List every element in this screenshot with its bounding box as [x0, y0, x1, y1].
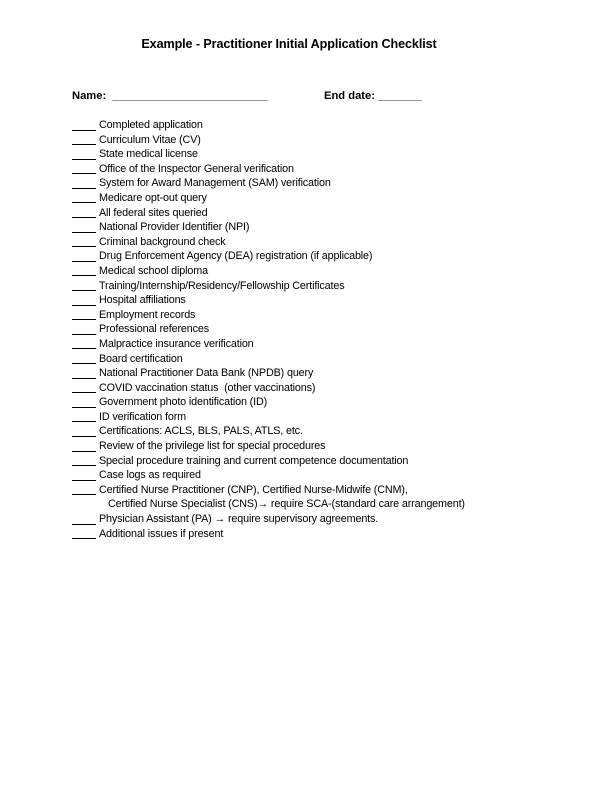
- end-date-label: End date:: [324, 90, 375, 102]
- check-blank[interactable]: [72, 395, 96, 408]
- check-blank[interactable]: [72, 424, 96, 437]
- checklist-item: Additional issues if present: [72, 527, 465, 542]
- checklist-item: State medical license: [72, 147, 465, 162]
- checklist-item: Employment records: [72, 308, 465, 323]
- check-blank[interactable]: [72, 381, 96, 394]
- checklist-item-label: National Practitioner Data Bank (NPDB) q…: [99, 367, 314, 380]
- check-blank[interactable]: [72, 439, 96, 452]
- checklist-item-label: All federal sites queried: [99, 206, 208, 219]
- check-blank[interactable]: [72, 249, 96, 262]
- check-blank[interactable]: [72, 220, 96, 233]
- check-blank[interactable]: [72, 264, 96, 277]
- check-blank[interactable]: [72, 191, 96, 204]
- checklist-item: Malpractice insurance verification: [72, 337, 465, 352]
- checklist-item-label: Malpractice insurance verification: [99, 337, 254, 350]
- checklist-item: Hospital affiliations: [72, 293, 465, 308]
- checklist-item-label: State medical license: [99, 148, 198, 161]
- checklist-item-label: ID verification form: [99, 410, 186, 423]
- checklist-item: Certifications: ACLS, BLS, PALS, ATLS, e…: [72, 424, 465, 439]
- checklist-item-continuation-label: Certified Nurse Specialist (CNS)→ requir…: [108, 498, 465, 511]
- check-blank[interactable]: [72, 366, 96, 379]
- checklist-item-label: COVID vaccination status (other vaccinat…: [99, 381, 316, 394]
- name-label: Name:: [72, 90, 107, 102]
- check-blank[interactable]: [72, 483, 96, 496]
- check-blank[interactable]: [72, 118, 96, 131]
- checklist-item-label: Additional issues if present: [99, 527, 224, 540]
- checklist-item: COVID vaccination status (other vaccinat…: [72, 381, 465, 396]
- name-field[interactable]: Name: _________________________: [72, 90, 268, 102]
- checklist-item: All federal sites queried: [72, 206, 465, 221]
- check-blank[interactable]: [72, 308, 96, 321]
- check-blank[interactable]: [72, 279, 96, 292]
- checklist-item-label: Board certification: [99, 352, 183, 365]
- check-blank[interactable]: [72, 162, 96, 175]
- checklist-item: Special procedure training and current c…: [72, 454, 465, 469]
- checklist-item: Review of the privilege list for special…: [72, 439, 465, 454]
- check-blank[interactable]: [72, 337, 96, 350]
- checklist-item-label: Certifications: ACLS, BLS, PALS, ATLS, e…: [99, 425, 303, 438]
- checklist-item-label: Special procedure training and current c…: [99, 454, 409, 467]
- checklist-item: System for Award Management (SAM) verifi…: [72, 176, 465, 191]
- check-blank[interactable]: [72, 352, 96, 364]
- check-blank[interactable]: [72, 410, 96, 423]
- checklist-item-label: Hospital affiliations: [99, 294, 186, 307]
- checklist-item-label: Completed application: [99, 119, 203, 131]
- check-blank[interactable]: [72, 468, 96, 481]
- check-blank[interactable]: [72, 206, 96, 219]
- checklist-item: Professional references: [72, 322, 465, 337]
- checklist-item-label: Curriculum Vitae (CV): [99, 133, 201, 146]
- checklist-item-label: Training/Internship/Residency/Fellowship…: [99, 279, 345, 292]
- check-blank[interactable]: [72, 527, 96, 540]
- checklist-item: Drug Enforcement Agency (DEA) registrati…: [72, 249, 465, 264]
- check-blank[interactable]: [72, 176, 96, 189]
- checklist-item: Case logs as required: [72, 468, 465, 483]
- checklist-item-label: Medicare opt-out query: [99, 191, 207, 204]
- check-blank[interactable]: [72, 322, 96, 335]
- checklist-item: National Provider Identifier (NPI): [72, 220, 465, 235]
- check-blank[interactable]: [72, 235, 96, 248]
- checklist-item: Criminal background check: [72, 235, 465, 250]
- checklist-item: Medicare opt-out query: [72, 191, 465, 206]
- checklist-item: Training/Internship/Residency/Fellowship…: [72, 279, 465, 294]
- checklist-item: Government photo identification (ID): [72, 395, 465, 410]
- checklist: Completed application Curriculum Vitae (C…: [72, 118, 465, 541]
- end-date-blank[interactable]: _______: [378, 90, 422, 102]
- checklist-item: Completed application: [72, 118, 465, 133]
- checklist-item: Board certification: [72, 352, 465, 367]
- check-blank[interactable]: [72, 133, 96, 146]
- checklist-item-label: Case logs as required: [99, 469, 201, 482]
- checklist-item: Certified Nurse Practitioner (CNP), Cert…: [72, 483, 465, 498]
- check-blank[interactable]: [72, 293, 96, 306]
- checklist-item: Curriculum Vitae (CV): [72, 133, 465, 148]
- checklist-item-label: Employment records: [99, 308, 196, 321]
- checklist-item: National Practitioner Data Bank (NPDB) q…: [72, 366, 465, 381]
- checklist-item-label: Certified Nurse Practitioner (CNP), Cert…: [99, 483, 408, 496]
- checklist-item-label: Medical school diploma: [99, 264, 208, 277]
- check-blank[interactable]: [72, 147, 96, 160]
- checklist-item: Physician Assistant (PA) → require super…: [72, 512, 465, 527]
- checklist-item-label: Office of the Inspector General verifica…: [99, 162, 294, 175]
- checklist-item-label: National Provider Identifier (NPI): [99, 221, 250, 234]
- checklist-item-label: Professional references: [99, 323, 209, 336]
- checklist-item-label: Drug Enforcement Agency (DEA) registrati…: [99, 250, 373, 263]
- end-date-field[interactable]: End date: _______: [324, 90, 422, 102]
- checklist-item-label: System for Award Management (SAM) verifi…: [99, 177, 331, 190]
- checklist-item: ID verification form: [72, 410, 465, 425]
- check-blank[interactable]: [72, 512, 96, 525]
- check-blank[interactable]: [72, 454, 96, 467]
- checklist-item: Office of the Inspector General verifica…: [72, 162, 465, 177]
- checklist-item-label: Government photo identification (ID): [99, 396, 268, 409]
- name-blank[interactable]: _________________________: [112, 90, 268, 102]
- checklist-item-label: Review of the privilege list for special…: [99, 440, 326, 453]
- checklist-item: Medical school diploma: [72, 264, 465, 279]
- checklist-item-label: Physician Assistant (PA) → require super…: [99, 513, 379, 526]
- checklist-item-continuation: Certified Nurse Specialist (CNS)→ requir…: [72, 497, 465, 512]
- page-title: Example - Practitioner Initial Applicati…: [141, 37, 437, 51]
- checklist-item-label: Criminal background check: [99, 235, 226, 248]
